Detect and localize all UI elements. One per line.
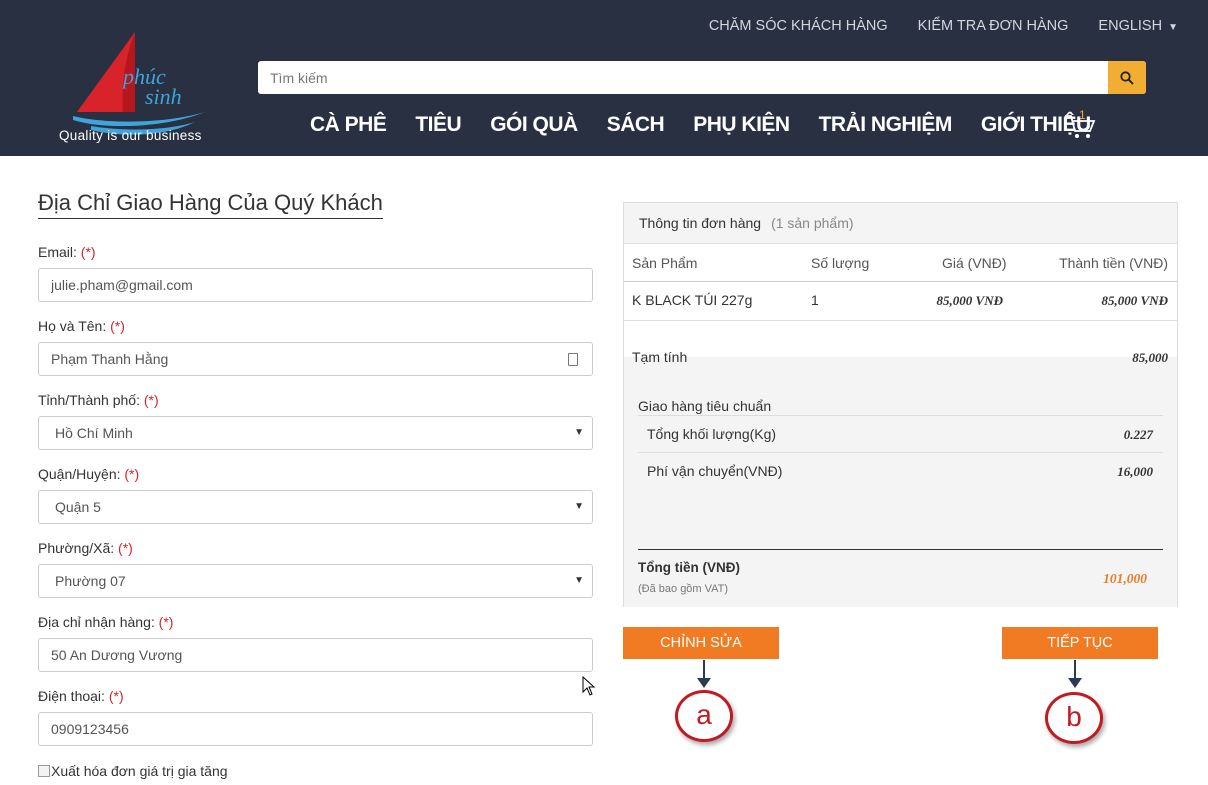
search-button[interactable] — [1108, 61, 1146, 94]
search-bar — [258, 61, 1146, 94]
address-field[interactable] — [39, 639, 592, 671]
shipping-fee-label: Phí vận chuyển(VNĐ) — [647, 463, 783, 479]
divider — [624, 281, 1177, 282]
ward-value: Phường 07 — [55, 573, 126, 589]
grand-total-value: 101,000 — [1103, 571, 1147, 586]
divider — [638, 452, 1163, 453]
email-field-box — [38, 268, 593, 302]
arrow-down-icon — [697, 678, 711, 688]
subtotal-value: 85,000 — [1132, 350, 1168, 365]
svg-text:sinh: sinh — [145, 84, 182, 109]
required-mark: (*) — [80, 244, 96, 260]
form-title: Địa Chỉ Giao Hàng Của Quý Khách — [38, 190, 383, 219]
order-check-link[interactable]: KIỂM TRA ĐƠN HÀNG — [918, 18, 1069, 34]
item-name: K BLACK TÚI 227g — [632, 292, 753, 308]
tagline: Quality is our business — [59, 128, 202, 143]
required-mark: (*) — [158, 614, 174, 630]
district-value: Quận 5 — [55, 499, 101, 515]
city-select[interactable]: Hồ Chí Minh ▼ — [38, 416, 593, 450]
email-label: Email: (*) — [38, 244, 96, 260]
order-header: Thông tin đơn hàng (1 sản phẩm) — [624, 203, 1177, 244]
nav-gifts[interactable]: GÓI QUÀ — [490, 113, 578, 137]
ward-label: Phường/Xã: (*) — [38, 540, 133, 556]
fullname-field-box — [38, 342, 593, 376]
required-mark: (*) — [110, 318, 125, 334]
city-label: Tỉnh/Thành phố: (*) — [38, 392, 159, 408]
col-total: Thành tiền (VNĐ) — [1059, 255, 1168, 271]
required-mark: (*) — [108, 688, 124, 704]
fullname-field[interactable] — [39, 343, 592, 375]
phone-field-box — [38, 712, 593, 746]
order-title: Thông tin đơn hàng — [639, 215, 762, 231]
nav-experience[interactable]: TRẢI NGHIỆM — [819, 113, 953, 137]
language-label: ENGLISH — [1098, 18, 1163, 34]
arrow-down-icon — [1068, 678, 1082, 688]
district-label: Quận/Huyện: (*) — [38, 466, 140, 482]
phone-label: Điện thoại: (*) — [38, 688, 124, 704]
vat-note: (Đã bao gồm VAT) — [638, 583, 729, 595]
col-quantity: Số lượng — [811, 255, 870, 271]
weight-label: Tổng khối lượng(Kg) — [647, 426, 777, 442]
vat-invoice-checkbox[interactable] — [38, 765, 50, 777]
nav-books[interactable]: SÁCH — [607, 113, 665, 137]
item-price: 85,000 VNĐ — [936, 293, 1003, 308]
contact-card-icon[interactable] — [568, 353, 578, 366]
item-total: 85,000 VNĐ — [1101, 293, 1168, 308]
continue-button[interactable]: TIẾP TỤC — [1002, 627, 1158, 659]
annotation-a: a — [675, 690, 733, 742]
subtotal-label: Tạm tính — [632, 349, 688, 365]
nav-coffee[interactable]: CÀ PHÊ — [310, 113, 387, 137]
address-label: Địa chỉ nhận hàng: (*) — [38, 614, 174, 630]
col-product: Sản Phẩm — [632, 255, 698, 271]
annotation-b: b — [1045, 692, 1103, 744]
customer-care-link[interactable]: CHĂM SÓC KHÁCH HÀNG — [709, 18, 888, 34]
required-mark: (*) — [143, 392, 159, 408]
language-selector[interactable]: ENGLISH ▼ — [1098, 18, 1178, 34]
ward-select[interactable]: Phường 07 ▼ — [38, 564, 593, 598]
divider — [624, 320, 1177, 321]
required-mark: (*) — [118, 540, 133, 556]
edit-button[interactable]: CHỈNH SỬA — [623, 627, 779, 659]
annotation-arrow-a — [703, 660, 705, 680]
required-mark: (*) — [124, 466, 140, 482]
chevron-down-icon: ▼ — [574, 427, 584, 438]
shipping-title: Giao hàng tiêu chuẩn — [638, 398, 772, 414]
col-price: Giá (VNĐ) — [942, 255, 1007, 271]
fullname-label: Họ và Tên: (*) — [38, 318, 125, 334]
cart-count: 1 — [1079, 108, 1086, 122]
mouse-cursor-icon — [582, 676, 596, 696]
search-input[interactable] — [258, 61, 1108, 94]
main-nav: CÀ PHÊ TIÊU GÓI QUÀ SÁCH PHỤ KIỆN TRẢI N… — [310, 113, 1091, 137]
address-field-box — [38, 638, 593, 672]
divider — [638, 549, 1163, 550]
item-qty: 1 — [811, 292, 819, 308]
annotation-arrow-b — [1074, 660, 1076, 680]
nav-pepper[interactable]: TIÊU — [415, 113, 461, 137]
district-select[interactable]: Quận 5 ▼ — [38, 490, 593, 524]
chevron-down-icon: ▼ — [574, 501, 584, 512]
grand-total-label: Tổng tiền (VNĐ) — [638, 560, 740, 575]
divider — [638, 415, 1163, 416]
weight-value: 0.227 — [1123, 427, 1153, 442]
vat-invoice-label: Xuất hóa đơn giá trị gia tăng — [51, 763, 228, 779]
shipping-fee-value: 16,000 — [1117, 464, 1153, 479]
site-header: phúc sinh Quality is our business CHĂM S… — [0, 0, 1208, 156]
city-value: Hồ Chí Minh — [55, 425, 133, 441]
chevron-down-icon: ▼ — [574, 575, 584, 586]
vat-invoice-row: Xuất hóa đơn giá trị gia tăng — [38, 763, 228, 779]
email-field[interactable] — [39, 269, 592, 301]
top-links: CHĂM SÓC KHÁCH HÀNG KIỂM TRA ĐƠN HÀNG EN… — [709, 18, 1178, 34]
order-summary: Thông tin đơn hàng (1 sản phẩm) Sản Phẩm … — [623, 202, 1178, 607]
search-icon — [1120, 70, 1134, 85]
nav-accessories[interactable]: PHỤ KIỆN — [693, 113, 790, 137]
chevron-down-icon: ▼ — [1168, 22, 1178, 33]
order-count: (1 sản phẩm) — [771, 215, 854, 231]
phone-field[interactable] — [39, 713, 592, 745]
